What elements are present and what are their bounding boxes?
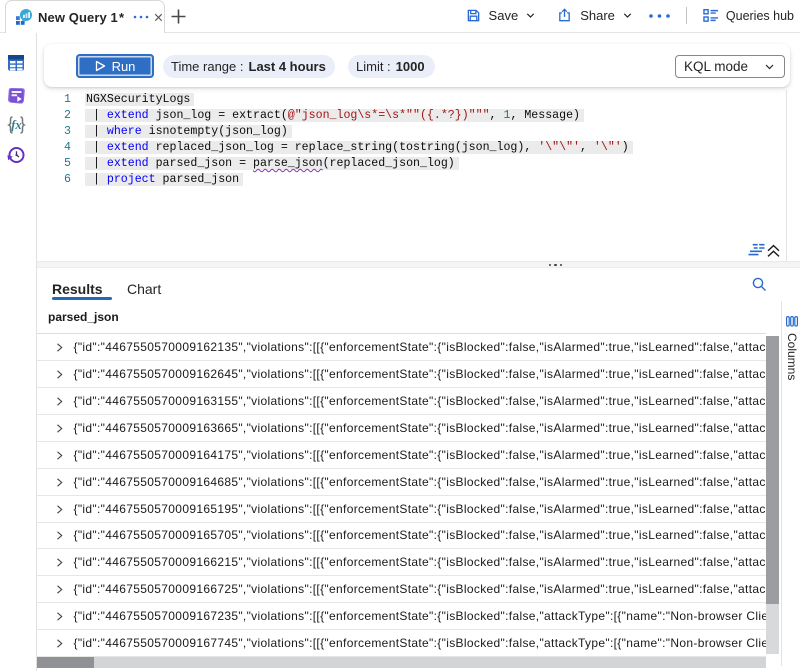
svg-text:fx: fx [11,118,21,132]
